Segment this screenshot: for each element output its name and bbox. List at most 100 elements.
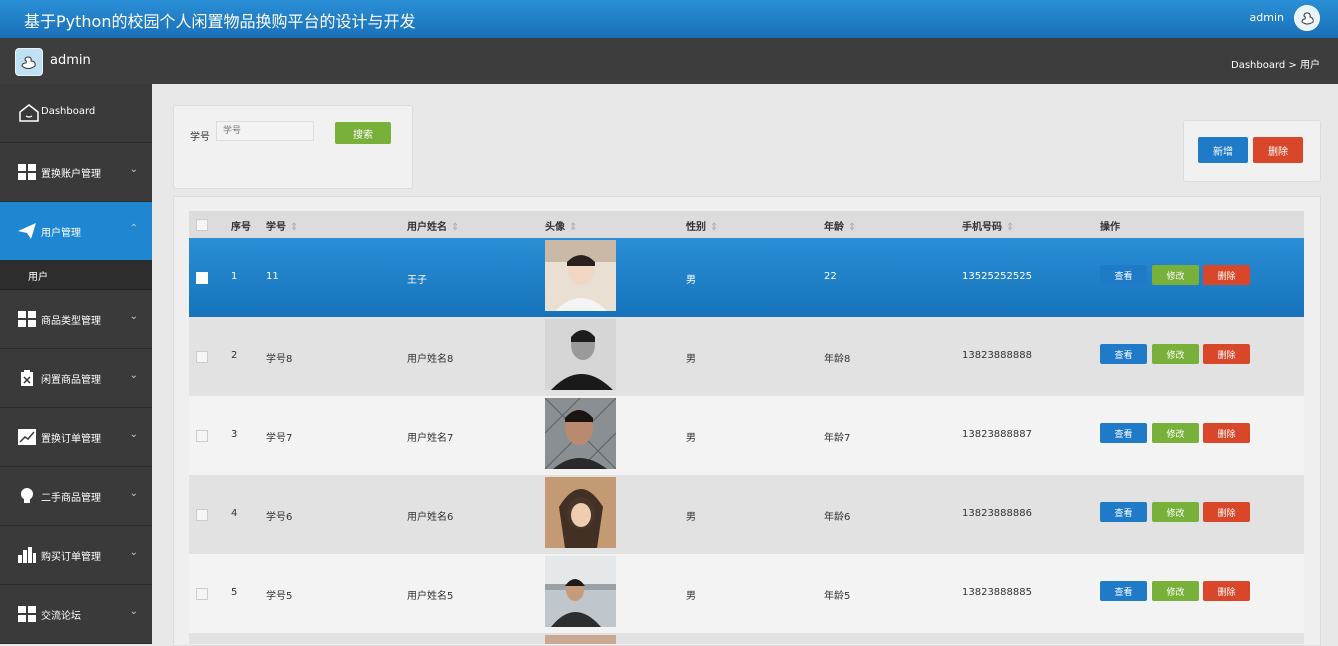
user-avatar-photo — [545, 240, 616, 311]
user-avatar-photo — [545, 635, 616, 644]
sort-icon: ⇕ — [290, 222, 299, 233]
cell-index: 4 — [231, 508, 238, 519]
sidebar-subitem-users[interactable]: 用户 — [0, 261, 152, 290]
search-label: 学号 — [190, 132, 210, 143]
sidebar-item-forum[interactable]: 交流论坛 ⌄ — [0, 585, 152, 644]
chevron-down-icon: ⌄ — [129, 547, 138, 558]
sidebar-item-label: 二手商品管理 — [41, 493, 101, 504]
row-checkbox[interactable] — [196, 351, 208, 363]
search-panel: 学号 搜索 — [173, 105, 413, 189]
column-header-age[interactable]: 年龄 ⇕ — [824, 218, 856, 233]
edit-button[interactable]: 修改 — [1152, 423, 1199, 443]
cell-index: 5 — [231, 587, 238, 598]
column-header-avatar[interactable]: 头像 ⇕ — [545, 218, 577, 233]
view-button[interactable]: 查看 — [1100, 581, 1147, 601]
table-row[interactable]: 4 学号6 用户姓名6 男 年龄6 13823888886 查看 修改 删除 — [189, 475, 1304, 554]
search-button[interactable]: 搜索 — [335, 122, 391, 144]
home-icon — [19, 104, 39, 122]
cell-name: 用户姓名7 — [407, 433, 454, 444]
row-checkbox[interactable] — [196, 272, 208, 284]
chart-line-icon — [18, 429, 36, 445]
breadcrumb[interactable]: Dashboard > 用户 — [1231, 56, 1320, 71]
view-button[interactable]: 查看 — [1100, 502, 1147, 522]
row-checkbox[interactable] — [196, 509, 208, 521]
column-header-phone[interactable]: 手机号码 ⇕ — [962, 218, 1014, 233]
cell-phone: 13525252525 — [962, 271, 1032, 282]
bulk-delete-button[interactable]: 删除 — [1253, 137, 1303, 163]
cell-student-id: 学号8 — [266, 354, 293, 365]
delete-button[interactable]: 删除 — [1203, 581, 1250, 601]
row-checkbox[interactable] — [196, 430, 208, 442]
grid-icon — [18, 164, 36, 180]
sidebar-item-idle-goods[interactable]: 闲置商品管理 ⌄ — [0, 349, 152, 408]
edit-button[interactable]: 修改 — [1152, 581, 1199, 601]
cell-age: 年龄6 — [824, 512, 851, 523]
student-id-search-input[interactable] — [216, 121, 314, 141]
table-row[interactable]: 1 11 王子 男 22 13525252525 查看 修改 删除 — [189, 238, 1304, 317]
edit-button[interactable]: 修改 — [1152, 344, 1199, 364]
sidebar-item-dashboard[interactable]: Dashboard — [0, 84, 152, 143]
cell-name: 用户姓名6 — [407, 512, 454, 523]
column-header-gender[interactable]: 性别 ⇕ — [686, 218, 718, 233]
table-row[interactable]: 2 学号8 用户姓名8 男 年龄8 13823888888 查看 修改 删除 — [189, 317, 1304, 396]
action-panel: 新增 删除 — [1183, 120, 1321, 182]
sidebar-item-category-management[interactable]: 商品类型管理 ⌄ — [0, 290, 152, 349]
chevron-down-icon: ⌄ — [129, 488, 138, 499]
user-avatar-photo — [545, 398, 616, 469]
cell-student-id: 11 — [266, 271, 279, 282]
add-button[interactable]: 新增 — [1198, 137, 1248, 163]
cell-index: 3 — [231, 429, 238, 440]
duck-avatar-icon — [1295, 6, 1319, 30]
cell-gender: 男 — [686, 591, 696, 602]
sidebar-item-exchange-accounts[interactable]: 置换账户管理 ⌄ — [0, 143, 152, 202]
chevron-down-icon: ⌄ — [129, 164, 138, 175]
sub-bar: admin Dashboard > 用户 — [0, 38, 1338, 84]
cell-name: 用户姓名5 — [407, 591, 454, 602]
sidebar-item-label: 用户管理 — [41, 228, 81, 239]
cell-phone: 13823888887 — [962, 429, 1032, 440]
chevron-down-icon: ⌄ — [129, 606, 138, 617]
sidebar: Dashboard 置换账户管理 ⌄ 用户管理 ⌃ 用户 商品类型管理 ⌄ 闲置… — [0, 84, 152, 644]
select-all-checkbox[interactable] — [196, 219, 208, 231]
view-button[interactable]: 查看 — [1100, 265, 1147, 285]
user-avatar-photo — [545, 477, 616, 548]
header-username[interactable]: admin — [1250, 11, 1284, 24]
sidebar-item-user-management[interactable]: 用户管理 ⌃ — [0, 202, 152, 261]
cell-student-id: 学号6 — [266, 512, 293, 523]
cell-index: 2 — [231, 350, 238, 361]
table-header: 序号 学号 ⇕ 用户姓名 ⇕ 头像 ⇕ 性别 ⇕ 年龄 ⇕ 手机号码 ⇕ 操作 — [189, 211, 1304, 238]
sort-icon: ⇕ — [710, 222, 719, 233]
edit-button[interactable]: 修改 — [1152, 265, 1199, 285]
duck-logo-icon — [21, 56, 36, 69]
sidebar-item-second-hand[interactable]: 二手商品管理 ⌄ — [0, 467, 152, 526]
sidebar-item-label: 商品类型管理 — [41, 316, 101, 327]
user-avatar[interactable] — [1294, 5, 1320, 31]
delete-button[interactable]: 删除 — [1203, 423, 1250, 443]
view-button[interactable]: 查看 — [1100, 423, 1147, 443]
sidebar-item-label: Dashboard — [41, 106, 96, 117]
delete-button[interactable]: 删除 — [1203, 344, 1250, 364]
delete-button[interactable]: 删除 — [1203, 265, 1250, 285]
cell-phone: 13823888885 — [962, 587, 1032, 598]
bar-chart-icon — [18, 547, 36, 563]
column-header-student-id[interactable]: 学号 ⇕ — [266, 218, 298, 233]
table-row[interactable]: 3 学号7 用户姓名7 男 年龄7 13823888887 查看 修改 删除 — [189, 396, 1304, 475]
edit-button[interactable]: 修改 — [1152, 502, 1199, 522]
cell-gender: 男 — [686, 433, 696, 444]
sidebar-item-exchange-orders[interactable]: 置换订单管理 ⌄ — [0, 408, 152, 467]
row-checkbox[interactable] — [196, 588, 208, 600]
chevron-down-icon: ⌄ — [129, 311, 138, 322]
table-row[interactable] — [189, 633, 1304, 644]
view-button[interactable]: 查看 — [1100, 344, 1147, 364]
delete-button[interactable]: 删除 — [1203, 502, 1250, 522]
cell-age: 年龄8 — [824, 354, 851, 365]
sidebar-item-label: 购买订单管理 — [41, 552, 101, 563]
chevron-down-icon: ⌄ — [129, 429, 138, 440]
app-title: 基于Python的校园个人闲置物品换购平台的设计与开发 — [24, 12, 416, 31]
sidebar-item-purchase-orders[interactable]: 购买订单管理 ⌄ — [0, 526, 152, 585]
cell-name: 王子 — [407, 275, 427, 286]
table-row[interactable]: 5 学号5 用户姓名5 男 年龄5 13823888885 查看 修改 删除 — [189, 554, 1304, 633]
cell-index: 1 — [231, 271, 238, 282]
cell-phone: 13823888888 — [962, 350, 1032, 361]
column-header-name[interactable]: 用户姓名 ⇕ — [407, 218, 459, 233]
